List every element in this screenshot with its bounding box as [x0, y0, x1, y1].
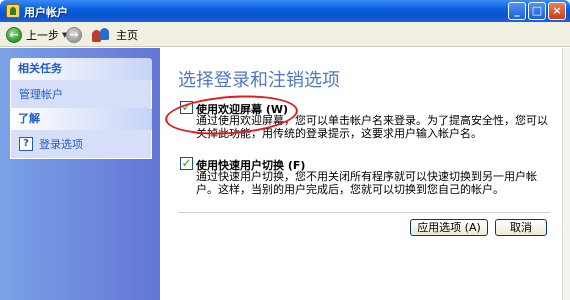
help-icon: ?: [19, 137, 33, 151]
welcome-screen-description: 通过使用欢迎屏幕，您可以单击帐户名来登录。为了提高安全性，您可以关掉此功能，用传…: [196, 114, 548, 140]
home-label: 主页: [116, 28, 138, 42]
learn-about-header[interactable]: 了解: [10, 108, 152, 130]
back-label: 上一步: [26, 28, 59, 42]
apply-options-button[interactable]: 应用选项 (A): [410, 219, 488, 236]
forward-button[interactable]: →: [66, 26, 82, 43]
fast-user-switching-description: 通过快速用户切换，您不用关闭所有程序就可以快速切换到另一用户帐户。这样，当别的用…: [196, 170, 537, 196]
page-title: 选择登录和注销选项: [178, 70, 340, 91]
manage-accounts-label: 管理帐户: [19, 88, 63, 101]
cancel-button[interactable]: 取消: [495, 219, 547, 236]
home-button[interactable]: 主页: [92, 26, 138, 43]
minimize-button[interactable]: _: [508, 2, 526, 20]
user-accounts-icon: [6, 4, 20, 18]
scrollbar[interactable]: [562, 48, 570, 300]
learn-about-group: 了解 ? 登录选项: [10, 108, 152, 159]
forward-arrow-icon: →: [66, 26, 82, 43]
manage-accounts-link[interactable]: 管理帐户: [19, 86, 143, 102]
users-icon: [92, 27, 112, 43]
related-tasks-group: 相关任务 管理帐户: [10, 58, 152, 109]
title-bar: 用户帐户 _ □ ×: [0, 0, 570, 22]
back-arrow-icon: ←: [6, 26, 22, 43]
toolbar: ← 上一步 ▼ → 主页: [0, 22, 570, 47]
related-tasks-header[interactable]: 相关任务: [10, 58, 152, 80]
fast-user-switching-checkbox[interactable]: ✓: [180, 157, 193, 170]
task-pane: 相关任务 管理帐户 了解 ? 登录选项: [0, 48, 160, 300]
related-tasks-body: 管理帐户: [10, 80, 152, 109]
divider: [178, 212, 550, 213]
back-button[interactable]: ← 上一步 ▼: [6, 26, 67, 43]
welcome-screen-checkbox[interactable]: ✓: [180, 101, 193, 114]
close-button[interactable]: ×: [548, 2, 566, 20]
maximize-button[interactable]: □: [528, 2, 546, 20]
window-title: 用户帐户: [24, 6, 68, 19]
logon-options-label: 登录选项: [39, 138, 83, 151]
logon-options-link[interactable]: ? 登录选项: [19, 136, 143, 152]
learn-about-body: ? 登录选项: [10, 130, 152, 159]
